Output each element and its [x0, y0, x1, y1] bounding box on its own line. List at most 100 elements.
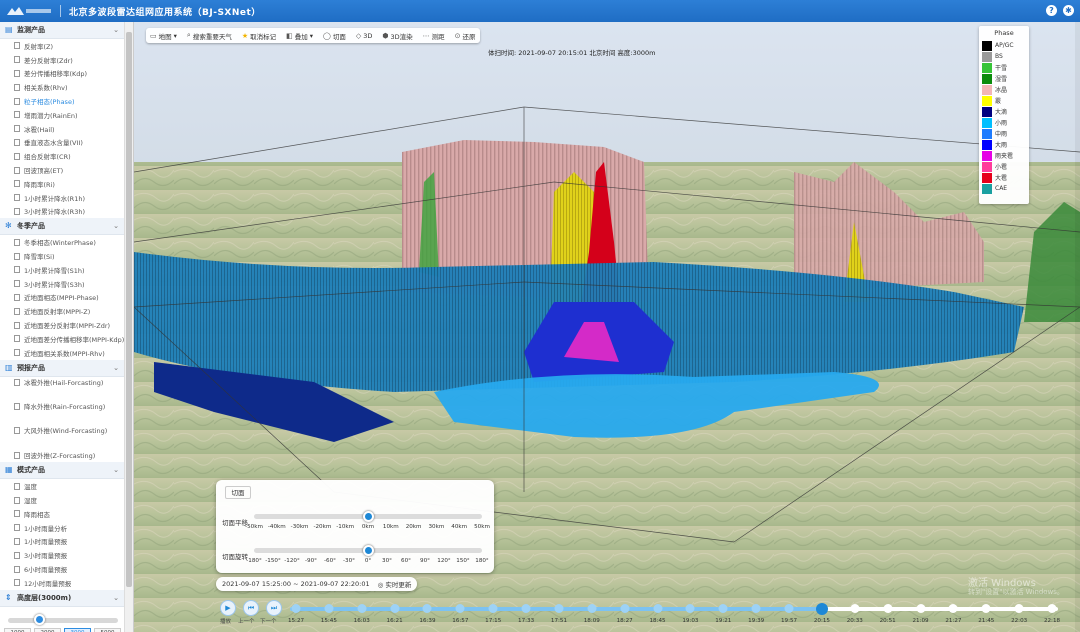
- timeline-track[interactable]: [290, 607, 1058, 611]
- document-icon: [14, 551, 20, 559]
- sidebar-item-label: 3小时累计降雪(S3h): [24, 280, 85, 289]
- timeline-frame-dot[interactable]: [324, 604, 334, 613]
- legend-swatch: [982, 62, 992, 73]
- toolbar-map-button[interactable]: ▭ 地图 ▾: [150, 31, 177, 41]
- sidebar-item[interactable]: 降雨相态: [0, 507, 125, 521]
- sidebar-item[interactable]: 近地面反射率(MPPI-Z): [0, 304, 125, 318]
- toolbar-star-button[interactable]: ★ 取消标记: [242, 31, 276, 41]
- timeline-frame-dot[interactable]: [1014, 604, 1024, 613]
- timeline-frame-dot[interactable]: [587, 604, 597, 613]
- sidebar-item[interactable]: 冰雹外推(Hail-Forcasting): [0, 377, 125, 401]
- height-button-5000[interactable]: 5000: [94, 628, 121, 632]
- document-icon: [14, 152, 20, 160]
- sidebar-item[interactable]: 反射率(Z): [0, 39, 125, 53]
- timeline-frame-dot[interactable]: [422, 604, 432, 613]
- app-title: 北京多波段雷达组网应用系统（BJ-SXNet）: [69, 7, 261, 18]
- sidebar-item[interactable]: 3小时雨量预报: [0, 548, 125, 562]
- toolbar-search-button[interactable]: ⌕ 搜索重要天气: [187, 31, 232, 41]
- height-button-2000[interactable]: 2000: [34, 628, 61, 632]
- sidebar-item[interactable]: 湿度: [0, 493, 125, 507]
- timeline-frame-dot[interactable]: [784, 604, 794, 613]
- toolbar-cut-button[interactable]: ◯ 切面: [323, 31, 346, 41]
- sidebar-item[interactable]: 增雨潜力(RainEn): [0, 108, 125, 122]
- sidebar-item[interactable]: 降水外推(Rain-Forcasting): [0, 401, 125, 425]
- sidebar-section-0[interactable]: ▤ 监测产品 ⌄: [0, 22, 125, 39]
- sidebar-item[interactable]: 差分反射率(Zdr): [0, 53, 125, 67]
- view-scrollbar[interactable]: [1075, 22, 1080, 632]
- sidebar-item[interactable]: 回波外推(Z-Forcasting): [0, 449, 125, 463]
- timeline-frame-dot[interactable]: [620, 604, 630, 613]
- timeline-frame-dot[interactable]: [850, 604, 860, 613]
- sidebar-scrollbar-thumb[interactable]: [126, 32, 132, 587]
- sidebar-item[interactable]: 大风外推(Wind-Forcasting): [0, 425, 125, 449]
- height-slider-knob[interactable]: [33, 614, 45, 625]
- timeline-frame-dot[interactable]: [455, 604, 465, 613]
- timeline-frame-dot[interactable]: [488, 604, 498, 613]
- sidebar-item[interactable]: 温度: [0, 479, 125, 493]
- timeline-frame-dot[interactable]: [981, 604, 991, 613]
- sidebar-item[interactable]: 近地面相态(MPPI-Phase): [0, 291, 125, 305]
- play-button[interactable]: ▶: [220, 600, 236, 616]
- sidebar-section-1[interactable]: ✻ 冬季产品 ⌄: [0, 218, 125, 236]
- timeline-frame-dot[interactable]: [718, 604, 728, 613]
- sidebar-item[interactable]: 差分传播相移率(Kdp): [0, 67, 125, 81]
- tab-section-cut[interactable]: 切面: [225, 486, 251, 499]
- sidebar-section-4[interactable]: ⇕ 高度层(3000m) ⌄: [0, 589, 125, 607]
- help-icon[interactable]: ?: [1046, 5, 1057, 16]
- sidebar-scrollbar[interactable]: [124, 22, 133, 632]
- sidebar-item[interactable]: 冰雹(Hail): [0, 122, 125, 136]
- sidebar-section-2[interactable]: ▥ 预报产品 ⌄: [0, 359, 125, 377]
- timeline-frame-dot[interactable]: [521, 604, 531, 613]
- height-button-3000[interactable]: 3000: [64, 628, 91, 632]
- timeline-frame-dot[interactable]: [390, 604, 400, 613]
- timeline-frame-dot[interactable]: [653, 604, 663, 613]
- prev-button[interactable]: ⏮: [243, 600, 259, 616]
- height-button-1000[interactable]: 1000: [4, 628, 31, 632]
- sidebar-item[interactable]: 降雪率(Si): [0, 249, 125, 263]
- height-slider-track[interactable]: [8, 618, 118, 623]
- timeline-frame-dot[interactable]: [1047, 604, 1057, 613]
- toolbar-layers-button[interactable]: ◧ 叠加 ▾: [286, 31, 313, 41]
- sidebar-item[interactable]: 组合反射率(CR): [0, 149, 125, 163]
- sidebar-item[interactable]: 12小时雨量预报: [0, 576, 125, 590]
- sidebar-item[interactable]: 降雨率(Ri): [0, 177, 125, 191]
- realtime-toggle[interactable]: ◎ 实时更新: [378, 579, 412, 589]
- toolbar-cube-button[interactable]: ◇ 3D: [356, 32, 373, 40]
- timeline-frame-dot[interactable]: [554, 604, 564, 613]
- sidebar-item[interactable]: 相关系数(Rhv): [0, 80, 125, 94]
- timeline-frame-dot[interactable]: [291, 604, 301, 613]
- timeline-frame-dot[interactable]: [357, 604, 367, 613]
- toolbar-ruler-button[interactable]: ⋯ 测距: [423, 31, 445, 41]
- sidebar-item[interactable]: 近地面差分反射率(MPPI-Zdr): [0, 318, 125, 332]
- timeline-frame-dot[interactable]: [815, 603, 828, 615]
- timeline-frame-dot[interactable]: [948, 604, 958, 613]
- next-button[interactable]: ⏭: [266, 600, 282, 616]
- legend-entry: 干雪: [982, 62, 1026, 73]
- sidebar-item[interactable]: 垂直液态水含量(VII): [0, 136, 125, 150]
- toolbar-reset-button[interactable]: ⊙ 还原: [455, 31, 476, 41]
- timeline-frame-dot[interactable]: [916, 604, 926, 613]
- sidebar-item[interactable]: 近地面差分传播相移率(MPPI-Kdp): [0, 332, 125, 346]
- sidebar-item[interactable]: 冬季相态(WinterPhase): [0, 235, 125, 249]
- sidebar-item-label: 冰雹(Hail): [24, 125, 55, 134]
- sidebar-item[interactable]: 1小时雨量预报: [0, 535, 125, 549]
- timeline-frame-dot[interactable]: [883, 604, 893, 613]
- translate-slider-knob[interactable]: [362, 511, 374, 522]
- sidebar-item[interactable]: 6小时雨量预报: [0, 562, 125, 576]
- sidebar-item[interactable]: 1小时累计降水(R1h): [0, 191, 125, 205]
- rotate-slider-knob[interactable]: [362, 545, 374, 556]
- chevron-down-icon: ⌄: [113, 363, 119, 372]
- sidebar-item[interactable]: 1小时累计降雪(S1h): [0, 263, 125, 277]
- sidebar-item[interactable]: 3小时累计降水(R3h): [0, 205, 125, 219]
- sidebar-item[interactable]: 3小时累计降雪(S3h): [0, 277, 125, 291]
- sidebar-item[interactable]: 回波顶高(ET): [0, 163, 125, 177]
- timeline-frame-dot[interactable]: [685, 604, 695, 613]
- sidebar-section-3[interactable]: ▦ 模式产品 ⌄: [0, 462, 125, 480]
- sidebar-item[interactable]: 粒子相态(Phase): [0, 94, 125, 108]
- gear-icon[interactable]: ✱: [1063, 5, 1074, 16]
- toolbar-render-button[interactable]: ⬢ 3D渲染: [382, 31, 412, 41]
- timeline-frame-dot[interactable]: [751, 604, 761, 613]
- sidebar-item[interactable]: 近地面相关系数(MPPI-Rhv): [0, 346, 125, 360]
- sidebar-item[interactable]: 1小时雨量分析: [0, 521, 125, 535]
- activation-watermark-sub: 转到"设置"以激活 Windows。: [968, 588, 1064, 596]
